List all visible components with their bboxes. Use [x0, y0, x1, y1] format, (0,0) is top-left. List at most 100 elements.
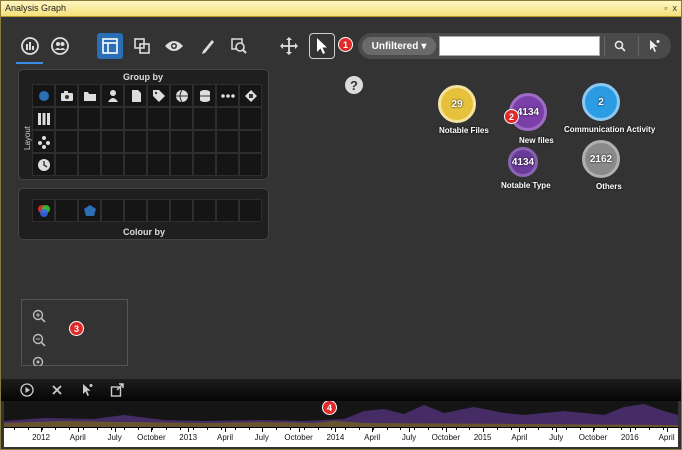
- layout-cell-clock[interactable]: [32, 153, 55, 176]
- axis-minor-tick: [193, 428, 195, 430]
- axis-minor-tick: [276, 428, 278, 430]
- play-icon: [20, 383, 34, 397]
- cursor-icon: [317, 38, 327, 54]
- axis-tick-label: 2013: [179, 433, 198, 442]
- group-cell-camera[interactable]: [55, 84, 78, 107]
- colour-by-title: Colour by: [123, 227, 165, 237]
- axis-minor-tick: [621, 428, 623, 430]
- zoom-reset-button[interactable]: [32, 356, 46, 366]
- group-cell-person[interactable]: [101, 84, 124, 107]
- timeline-select-button[interactable]: [79, 382, 95, 398]
- close-button[interactable]: x: [673, 3, 678, 13]
- axis-minor-tick: [221, 428, 222, 430]
- colour-cell-shape[interactable]: [78, 199, 101, 222]
- axis-tick-label: October: [137, 433, 166, 442]
- axis-minor-tick: [248, 428, 250, 430]
- node-count: 4134: [516, 106, 540, 118]
- group-cell-folder[interactable]: [78, 84, 101, 107]
- rgb-icon: [37, 204, 50, 217]
- axis-minor-tick: [566, 428, 567, 430]
- group-by-grid: [32, 84, 262, 176]
- axis-minor-tick: [497, 428, 498, 430]
- search-button[interactable]: [604, 36, 634, 56]
- group-cell-database[interactable]: [193, 84, 216, 107]
- help-icon[interactable]: ?: [345, 76, 363, 94]
- node-count: 2162: [589, 153, 613, 165]
- pin-button[interactable]: [638, 36, 668, 56]
- layout-button[interactable]: [97, 33, 123, 59]
- restore-button[interactable]: ▫: [664, 3, 667, 13]
- camera-icon: [60, 90, 73, 101]
- node-count: 2: [598, 96, 604, 108]
- node-label-others: Others: [596, 182, 622, 191]
- window-controls: ▫ x: [664, 3, 677, 13]
- axis-tick: [519, 428, 521, 432]
- play-button[interactable]: [19, 382, 35, 398]
- chart-view-button[interactable]: [17, 33, 43, 59]
- timeline-axis[interactable]: 2012 April July October 2013 April July October…: [4, 427, 678, 447]
- view-button[interactable]: [161, 33, 187, 59]
- select-button[interactable]: [309, 33, 335, 59]
- node-others[interactable]: 2162: [582, 140, 620, 178]
- search-icon: [614, 40, 626, 52]
- axis-minor-tick: [207, 428, 209, 430]
- draw-button[interactable]: [195, 33, 221, 59]
- window-title: Analysis Graph: [5, 3, 67, 13]
- callout-marker-1: 1: [338, 37, 353, 52]
- clear-button[interactable]: [49, 382, 65, 398]
- axis-tick: [556, 428, 558, 432]
- group-cell-globe[interactable]: [170, 84, 193, 107]
- axis-minor-tick: [234, 428, 236, 430]
- axis-minor-tick: [69, 428, 71, 430]
- axis-minor-tick: [635, 428, 636, 430]
- axis-tick-label: July: [107, 433, 122, 442]
- node-notable-files[interactable]: 29: [438, 85, 476, 123]
- group-cell-circle[interactable]: [32, 84, 55, 107]
- group-by-panel: Group by Layout: [18, 69, 269, 180]
- layout-cell-columns[interactable]: [32, 107, 55, 130]
- axis-minor-tick: [41, 428, 43, 430]
- axis-tick: [225, 428, 226, 432]
- timeline-histogram[interactable]: 4: [4, 401, 678, 427]
- graph-content: 1 Unfiltered ▾ Group by Layout Colour by…: [1, 18, 681, 449]
- axis-minor-tick: [27, 428, 29, 430]
- close-icon: [52, 385, 62, 395]
- axis-minor-tick: [469, 428, 471, 430]
- group-cell-diamond[interactable]: [239, 84, 262, 107]
- axis-minor-tick: [179, 428, 181, 430]
- copy-button[interactable]: [129, 33, 155, 59]
- layout-cell-cluster[interactable]: [32, 130, 55, 153]
- axis-minor-tick: [124, 428, 126, 430]
- people-icon: [51, 37, 69, 55]
- callout-marker-3: 3: [69, 321, 84, 336]
- node-notable-type[interactable]: 4134: [508, 147, 538, 177]
- pan-button[interactable]: [276, 33, 302, 59]
- zoom-out-button[interactable]: [32, 333, 46, 347]
- node-communication-activity[interactable]: 2: [582, 83, 620, 121]
- inspect-button[interactable]: [226, 33, 252, 59]
- people-view-button[interactable]: [47, 33, 73, 59]
- axis-minor-tick: [14, 428, 15, 430]
- colour-cell-rgb[interactable]: [32, 199, 55, 222]
- axis-minor-tick: [538, 428, 540, 430]
- colour-by-grid: [32, 199, 262, 222]
- group-cell-document[interactable]: [124, 84, 147, 107]
- export-button[interactable]: [109, 382, 125, 398]
- export-icon: [110, 383, 124, 397]
- node-label-new-files: New files: [519, 136, 554, 145]
- cluster-icon: [37, 135, 50, 149]
- filter-bar: Unfiltered ▾: [358, 33, 671, 59]
- zoom-in-button[interactable]: [32, 309, 46, 323]
- filter-dropdown[interactable]: Unfiltered ▾: [362, 37, 436, 55]
- axis-minor-tick: [83, 428, 84, 430]
- axis-tick-label: 2012: [32, 433, 50, 442]
- active-tab-indicator: [16, 62, 43, 64]
- search-input[interactable]: [439, 36, 600, 56]
- axis-tick-label: April: [364, 433, 381, 442]
- group-cell-tags[interactable]: [147, 84, 170, 107]
- node-label-notable-files: Notable Files: [439, 126, 489, 135]
- caret-down-icon: ▾: [421, 40, 427, 52]
- group-cell-more[interactable]: [216, 84, 239, 107]
- axis-tick-label: October: [578, 433, 608, 442]
- callout-marker-2: 2: [504, 109, 519, 124]
